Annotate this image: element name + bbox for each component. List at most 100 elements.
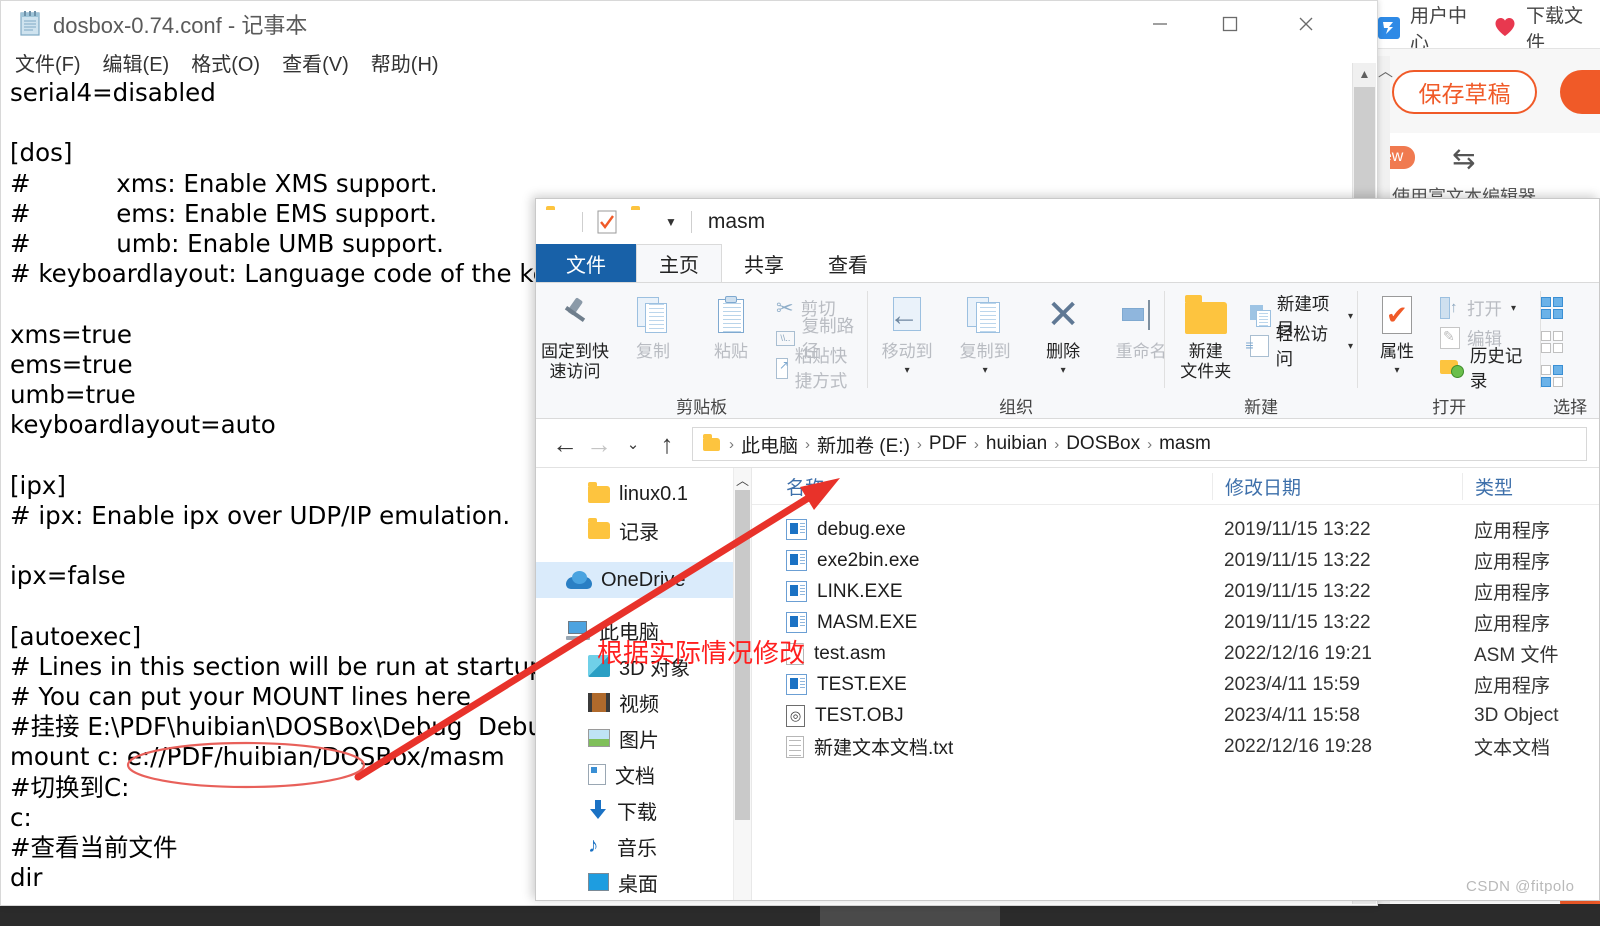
open-icon <box>1440 297 1460 319</box>
paste-button[interactable]: 粘贴 <box>692 291 770 362</box>
nav-item-jilu[interactable]: 记录 <box>536 512 751 548</box>
paste-shortcut-button[interactable]: 粘贴快捷方式 <box>776 346 867 391</box>
menu-view[interactable]: 查看(V) <box>282 48 349 77</box>
user-center-icon <box>1378 17 1400 39</box>
breadcrumb-separator: › <box>729 435 734 453</box>
up-arrow-icon[interactable]: ↑ <box>650 427 684 461</box>
select-all-button[interactable] <box>1541 293 1567 323</box>
nav-item-documents[interactable]: 文档 <box>536 756 751 792</box>
menu-help[interactable]: 帮助(H) <box>371 48 439 77</box>
ribbon-group-organize: 移动到 ▾ 复制到 ▾ ✕ 删除 ▾ 重命名 组织 <box>868 283 1167 418</box>
minimize-button[interactable] <box>1129 1 1191 47</box>
tab-home[interactable]: 主页 <box>636 244 722 282</box>
move-to-button[interactable]: 移动到 ▾ <box>868 291 946 376</box>
nav-item-videos[interactable]: 视频 <box>536 684 751 720</box>
breadcrumb-item-masm[interactable]: masm <box>1159 433 1211 455</box>
new-folder-button[interactable]: 新建 文件夹 <box>1165 291 1246 382</box>
copy-to-button[interactable]: 复制到 ▾ <box>946 291 1024 376</box>
folder-icon <box>588 517 610 539</box>
copy-button[interactable]: 复制 <box>614 291 692 362</box>
pin-to-quick-access-button[interactable]: 固定到快 速访问 <box>536 291 614 382</box>
annotation-note: 根据实际情况修改 <box>597 638 806 668</box>
table-row[interactable]: test.asm 2022/12/16 19:21 ASM 文件 <box>752 638 1599 669</box>
copy-icon <box>637 291 669 339</box>
chevron-down-icon[interactable]: ▼ <box>665 215 677 229</box>
column-header-name[interactable]: 名称 <box>752 473 1212 500</box>
swap-icon[interactable]: ⇆ <box>1452 142 1475 175</box>
forward-arrow-icon[interactable]: → <box>582 427 616 461</box>
select-small-buttons <box>1541 291 1567 391</box>
scroll-up-icon[interactable]: ︿ <box>735 470 750 489</box>
breadcrumb-item-huibian[interactable]: huibian <box>986 433 1047 455</box>
notepad-title: dosbox-0.74.conf - 记事本 <box>53 13 308 38</box>
scroll-up-icon[interactable]: ▲ <box>1353 63 1376 85</box>
exe-icon <box>786 550 807 571</box>
chevron-down-icon[interactable]: ▾ <box>1348 341 1353 352</box>
menu-edit[interactable]: 编辑(E) <box>103 48 170 77</box>
properties-button[interactable]: 属性 ▾ <box>1358 291 1436 376</box>
edit-icon <box>1440 327 1461 349</box>
table-row[interactable]: ◎ TEST.OBJ 2023/4/11 15:58 3D Object <box>752 700 1599 731</box>
onedrive-icon <box>566 571 592 589</box>
breadcrumb-item-this-pc[interactable]: 此电脑 <box>741 431 798 458</box>
taskbar-active-item[interactable] <box>820 904 1000 926</box>
exe-icon <box>786 674 807 695</box>
browser-nav-bar: 用户中心 下载文件 <box>1378 6 1600 54</box>
chevron-down-icon[interactable]: ▾ <box>1511 303 1516 314</box>
history-button[interactable]: 历史记录 <box>1440 346 1540 391</box>
column-header-date[interactable]: 修改日期 <box>1212 472 1462 500</box>
breadcrumb-item-pdf[interactable]: PDF <box>929 433 967 455</box>
table-row[interactable]: LINK.EXE 2019/11/15 13:22 应用程序 <box>752 576 1599 607</box>
nav-item-pictures[interactable]: 图片 <box>536 720 751 756</box>
menu-file[interactable]: 文件(F) <box>15 48 81 77</box>
explorer-body: linux0.1 记录 OneDrive 此电脑 3D 对象 视频 图片 文档 … <box>536 467 1599 900</box>
scrollbar-thumb[interactable] <box>1354 87 1375 207</box>
properties-icon <box>1382 291 1413 339</box>
easy-access-button[interactable]: 轻松访问 ▾ <box>1245 324 1357 369</box>
chevron-down-icon[interactable]: ▾ <box>983 365 988 376</box>
nav-item-linux01[interactable]: linux0.1 <box>536 476 751 512</box>
publish-button[interactable] <box>1560 70 1600 114</box>
close-button[interactable] <box>1275 1 1337 47</box>
breadcrumb-item-volume-e[interactable]: 新加卷 (E:) <box>817 431 910 458</box>
nav-item-music[interactable]: ♪ 音乐 <box>536 828 751 864</box>
nav-pane-scrollbar[interactable]: ︿ <box>733 468 751 900</box>
menu-format[interactable]: 格式(O) <box>191 48 260 77</box>
tab-view[interactable]: 查看 <box>806 244 890 282</box>
table-row[interactable]: 新建文本文档.txt 2022/12/16 19:28 文本文档 <box>752 731 1599 762</box>
save-draft-button[interactable]: 保存草稿 <box>1392 70 1537 114</box>
nav-item-downloads[interactable]: 下载 <box>536 792 751 828</box>
maximize-button[interactable] <box>1199 1 1261 47</box>
table-row[interactable]: TEST.EXE 2023/4/11 15:59 应用程序 <box>752 669 1599 700</box>
chevron-down-icon[interactable]: ▾ <box>905 365 910 376</box>
folder-icon[interactable] <box>546 210 570 234</box>
open-button[interactable]: 打开 ▾ <box>1440 293 1540 323</box>
invert-selection-icon <box>1541 365 1564 387</box>
recent-locations-chevron-icon[interactable]: ⌄ <box>616 427 650 461</box>
delete-button[interactable]: ✕ 删除 ▾ <box>1024 291 1102 376</box>
table-row[interactable]: exe2bin.exe 2019/11/15 13:22 应用程序 <box>752 545 1599 576</box>
nav-item-onedrive[interactable]: OneDrive <box>536 562 751 598</box>
breadcrumb-item-dosbox[interactable]: DOSBox <box>1066 433 1140 455</box>
tab-file[interactable]: 文件 <box>536 244 636 282</box>
chevron-up-icon[interactable]: ︿ <box>1378 60 1393 81</box>
rename-icon <box>1122 291 1160 339</box>
select-none-button[interactable] <box>1541 327 1567 357</box>
invert-selection-button[interactable] <box>1541 361 1567 391</box>
back-arrow-icon[interactable]: ← <box>548 427 582 461</box>
folder-icon[interactable] <box>631 210 655 234</box>
download-file-label[interactable]: 下载文件 <box>1526 1 1600 55</box>
watermark: CSDN @fitpolo <box>1466 878 1575 895</box>
chevron-down-icon[interactable]: ▾ <box>1348 311 1353 322</box>
table-row[interactable]: debug.exe 2019/11/15 13:22 应用程序 <box>752 514 1599 545</box>
properties-check-icon[interactable] <box>597 210 621 234</box>
table-row[interactable]: MASM.EXE 2019/11/15 13:22 应用程序 <box>752 607 1599 638</box>
column-header-type[interactable]: 类型 <box>1462 472 1599 500</box>
select-all-icon <box>1541 297 1564 319</box>
chevron-down-icon[interactable]: ▾ <box>1395 365 1400 376</box>
user-center-label[interactable]: 用户中心 <box>1410 1 1484 55</box>
nav-item-desktop[interactable]: 桌面 <box>536 864 751 900</box>
tab-share[interactable]: 共享 <box>722 244 806 282</box>
chevron-down-icon[interactable]: ▾ <box>1061 365 1066 376</box>
breadcrumb[interactable]: › 此电脑 › 新加卷 (E:) › PDF › huibian › DOSBo… <box>692 427 1587 461</box>
